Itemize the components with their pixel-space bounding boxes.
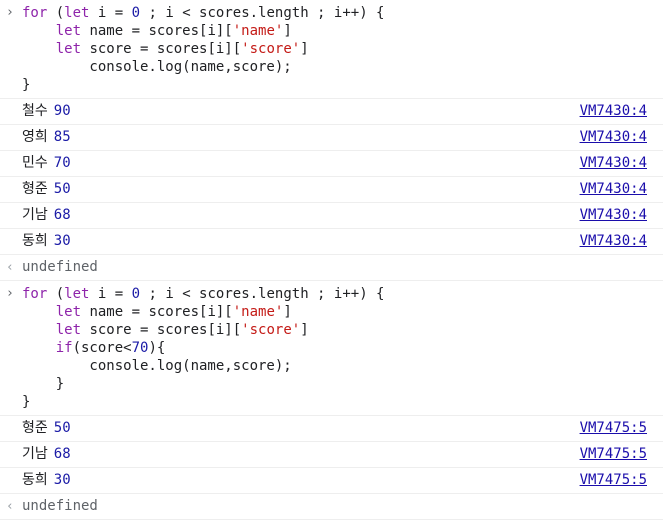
console-result-row: ‹ undefined (0, 255, 663, 281)
code-line: let score = scores[i]['score'] (55, 41, 309, 57)
console-input-entry[interactable]: › for (let i = 0 ; i < scores.length ; i… (0, 0, 663, 99)
source-link[interactable]: VM7430:4 (580, 229, 647, 254)
source-link[interactable]: VM7475:5 (580, 416, 647, 441)
console-log-row: 민수 70 VM7430:4 (0, 151, 663, 177)
console-log-row: 형준 50 VM7430:4 (0, 177, 663, 203)
source-link[interactable]: VM7430:4 (580, 203, 647, 228)
console-log-row: 동희 30 VM7475:5 (0, 468, 663, 494)
log-score-value: 70 (53, 155, 71, 171)
log-name-value: 영희 (22, 129, 48, 145)
console-result-row: ‹ undefined (0, 494, 663, 520)
code-line: let name = scores[i]['name'] (55, 23, 292, 39)
source-link[interactable]: VM7430:4 (580, 177, 647, 202)
log-name-value: 기남 (22, 207, 48, 223)
log-score-value: 90 (53, 103, 71, 119)
log-name-value: 철수 (22, 103, 48, 119)
log-score-value: 68 (53, 207, 71, 223)
code-line: } (22, 77, 31, 93)
result-value: undefined (22, 259, 98, 275)
code-line: for (let i = 0 ; i < scores.length ; i++… (22, 5, 385, 21)
code-line: let name = scores[i]['name'] (55, 304, 292, 320)
log-score-value: 30 (53, 472, 71, 488)
code-line: } (22, 394, 31, 410)
code-line: console.log(name,score); (22, 59, 292, 75)
log-score-value: 85 (53, 129, 71, 145)
console-log-row: 영희 85 VM7430:4 (0, 125, 663, 151)
source-link[interactable]: VM7430:4 (580, 125, 647, 150)
source-link[interactable]: VM7430:4 (580, 151, 647, 176)
log-score-value: 30 (53, 233, 71, 249)
source-link[interactable]: VM7475:5 (580, 468, 647, 493)
console-log-row: 기남 68 VM7430:4 (0, 203, 663, 229)
log-score-value: 50 (53, 420, 71, 436)
result-chevron-icon: ‹ (6, 499, 14, 514)
code-line: for (let i = 0 ; i < scores.length ; i++… (22, 286, 385, 302)
log-score-value: 68 (53, 446, 71, 462)
prompt-chevron-icon: › (6, 286, 14, 301)
log-name-value: 동희 (22, 233, 48, 249)
log-name-value: 동희 (22, 472, 48, 488)
code-line: } (22, 376, 65, 392)
devtools-console: › for (let i = 0 ; i < scores.length ; i… (0, 0, 663, 520)
log-name-value: 기남 (22, 446, 48, 462)
console-log-row: 동희 30 VM7430:4 (0, 229, 663, 255)
console-log-row: 기남 68 VM7475:5 (0, 442, 663, 468)
source-link[interactable]: VM7430:4 (580, 99, 647, 124)
code-line: if(score<70){ (55, 340, 166, 356)
console-log-row: 형준 50 VM7475:5 (0, 416, 663, 442)
log-name-value: 형준 (22, 181, 48, 197)
log-score-value: 50 (53, 181, 71, 197)
prompt-chevron-icon: › (6, 5, 14, 20)
code-line: console.log(name,score); (22, 358, 292, 374)
log-name-value: 민수 (22, 155, 48, 171)
console-log-row: 철수 90 VM7430:4 (0, 99, 663, 125)
console-input-entry[interactable]: › for (let i = 0 ; i < scores.length ; i… (0, 281, 663, 416)
result-chevron-icon: ‹ (6, 260, 14, 275)
code-line: let score = scores[i]['score'] (55, 322, 309, 338)
result-value: undefined (22, 498, 98, 514)
log-name-value: 형준 (22, 420, 48, 436)
source-link[interactable]: VM7475:5 (580, 442, 647, 467)
